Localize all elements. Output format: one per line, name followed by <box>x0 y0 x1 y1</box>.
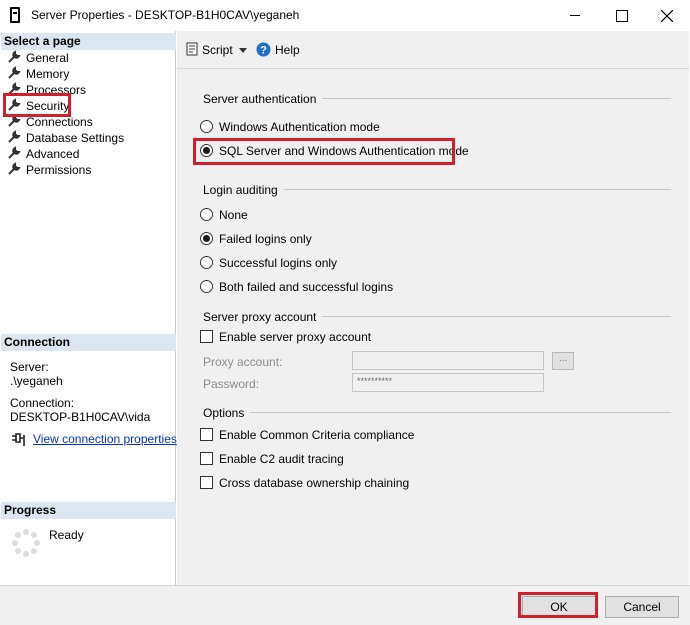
audit-failed-radio[interactable]: Failed logins only <box>200 231 312 247</box>
right-pane: Script ? Help Server authentication Wind… <box>177 31 689 585</box>
audit-none-radio[interactable]: None <box>200 207 248 223</box>
audit-successful-radio[interactable]: Successful logins only <box>200 255 337 271</box>
audit-both-radio[interactable]: Both failed and successful logins <box>200 279 393 295</box>
radio-label: Failed logins only <box>219 232 312 246</box>
password-label: Password: <box>203 377 260 391</box>
close-icon <box>661 10 673 22</box>
progress-spinner-icon <box>12 529 40 557</box>
security-highlight-box <box>3 93 71 117</box>
common-criteria-checkbox[interactable]: Enable Common Criteria compliance <box>200 427 414 443</box>
select-page-header: Select a page <box>1 33 176 50</box>
checkbox-label: Enable Common Criteria compliance <box>219 428 415 442</box>
proxy-account-field[interactable] <box>352 351 544 370</box>
server-proxy-label: Server proxy account <box>203 310 323 324</box>
svg-text:?: ? <box>260 45 267 57</box>
script-button[interactable]: Script <box>185 41 233 59</box>
help-label: Help <box>275 43 300 57</box>
minimize-button[interactable] <box>552 0 598 31</box>
checkbox[interactable] <box>200 330 213 343</box>
toolbar: Script ? Help <box>177 31 689 69</box>
close-button[interactable] <box>644 0 690 31</box>
script-dropdown-button[interactable] <box>239 41 247 59</box>
cross-db-chaining-checkbox[interactable]: Cross database ownership chaining <box>200 475 409 491</box>
checkbox-label: Enable server proxy account <box>219 330 372 344</box>
page-item-database-settings[interactable]: Database Settings <box>7 130 124 146</box>
enable-proxy-checkbox[interactable]: Enable server proxy account <box>200 329 371 345</box>
login-auditing-label: Login auditing <box>203 183 284 197</box>
windows-auth-radio[interactable]: Windows Authentication mode <box>200 119 380 135</box>
checkbox[interactable] <box>200 476 213 489</box>
page-item-label: General <box>26 51 69 65</box>
wrench-icon <box>8 66 21 79</box>
checkbox-label: Cross database ownership chaining <box>219 476 410 490</box>
cancel-button[interactable]: Cancel <box>605 596 679 618</box>
connection-label: Connection: <box>10 396 75 410</box>
connection-plug-icon <box>12 433 25 446</box>
checkbox-label: Enable C2 audit tracing <box>219 452 344 466</box>
left-pane: Select a page General Memory Processors … <box>1 31 177 585</box>
help-icon: ? <box>256 42 271 57</box>
page-item-general[interactable]: General <box>7 50 69 66</box>
page-item-permissions[interactable]: Permissions <box>7 162 91 178</box>
page-item-label: Permissions <box>26 163 92 177</box>
server-value: .\yeganeh <box>10 374 63 388</box>
radio-button[interactable] <box>200 120 213 133</box>
script-label: Script <box>202 43 233 57</box>
radio-label: Both failed and successful logins <box>219 280 394 294</box>
title-bar: Server Properties - DESKTOP-B1H0CAV\yega… <box>0 0 690 31</box>
script-icon <box>186 42 198 56</box>
password-field[interactable]: ********** <box>352 373 544 392</box>
connection-header: Connection <box>1 334 176 351</box>
radio-button[interactable] <box>200 232 213 245</box>
connection-value: DESKTOP-B1H0CAV\vida <box>10 410 151 424</box>
page-item-label: Advanced <box>26 147 80 161</box>
ok-highlight-box <box>518 592 598 618</box>
proxy-browse-button[interactable]: ... <box>552 352 574 370</box>
page-item-memory[interactable]: Memory <box>7 66 69 82</box>
wrench-icon <box>8 146 21 159</box>
wrench-icon <box>8 50 21 63</box>
radio-label: Windows Authentication mode <box>219 120 380 134</box>
window-title: Server Properties - DESKTOP-B1H0CAV\yega… <box>31 8 300 22</box>
progress-header: Progress <box>1 502 176 519</box>
radio-button[interactable] <box>200 256 213 269</box>
maximize-button[interactable] <box>598 0 644 31</box>
server-label: Server: <box>10 360 49 374</box>
page-item-advanced[interactable]: Advanced <box>7 146 79 162</box>
progress-status: Ready <box>49 528 84 542</box>
group-divider <box>203 412 671 413</box>
chevron-down-icon <box>239 48 247 53</box>
app-icon <box>10 7 20 23</box>
c2-audit-checkbox[interactable]: Enable C2 audit tracing <box>200 451 344 467</box>
radio-label: None <box>219 208 248 222</box>
options-label: Options <box>203 406 251 420</box>
proxy-account-label: Proxy account: <box>203 355 283 369</box>
checkbox[interactable] <box>200 428 213 441</box>
server-authentication-label: Server authentication <box>203 92 323 106</box>
wrench-icon <box>8 162 21 175</box>
checkbox[interactable] <box>200 452 213 465</box>
wrench-icon <box>8 130 21 143</box>
help-button[interactable]: ? Help <box>256 41 300 59</box>
page-item-label: Connections <box>26 115 93 129</box>
radio-button[interactable] <box>200 280 213 293</box>
page-item-label: Database Settings <box>26 131 125 145</box>
radio-label: Successful logins only <box>219 256 338 270</box>
page-item-label: Memory <box>26 67 70 81</box>
view-connection-properties-link[interactable]: View connection properties <box>33 432 177 446</box>
radio-button[interactable] <box>200 208 213 221</box>
sql-auth-highlight-box <box>193 138 455 165</box>
